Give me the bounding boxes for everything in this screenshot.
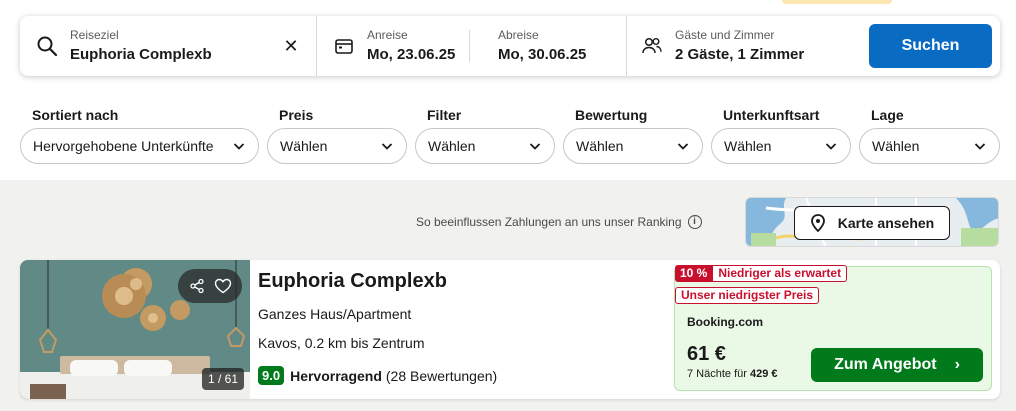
date-divider [469, 30, 470, 62]
nightly-price: 61 € [687, 343, 726, 365]
property-type-select[interactable]: Wählen [711, 128, 851, 164]
checkout-value: Mo, 30.06.25 [498, 46, 587, 63]
filter-filter-label: Filter [427, 107, 462, 123]
heart-icon[interactable] [214, 278, 232, 294]
hotel-name[interactable]: Euphoria Complexb [258, 270, 447, 293]
chevron-down-icon [381, 143, 393, 150]
photo-actions [178, 269, 242, 303]
map-pin-icon [810, 214, 825, 232]
filter-location: Lage Wählen [859, 107, 1000, 164]
rating-select[interactable]: Wählen [563, 128, 703, 164]
total-price: 429 € [749, 368, 778, 380]
map-preview[interactable]: Karte ansehen [745, 197, 999, 247]
guests-icon [641, 35, 663, 57]
filter-sort-label: Sortiert nach [32, 107, 119, 123]
filter-row: Sortiert nach Hervorgehobene Unterkünfte… [20, 107, 1000, 165]
total-price-note: 7 Nächte für 429 € [687, 368, 778, 380]
filter-rating: Bewertung Wählen [563, 107, 703, 164]
location-select-value: Wählen [872, 138, 920, 154]
lowest-price-tag: Unser niedrigster Preis [675, 287, 820, 304]
guests-label: Gäste und Zimmer [675, 27, 775, 42]
chevron-down-icon [529, 143, 541, 150]
checkout-field[interactable]: Abreise Mo, 30.06.25 [498, 28, 586, 65]
rating-row: 9.0 Hervorragend (28 Bewertungen) [258, 366, 497, 385]
rating-select-value: Wählen [576, 138, 624, 154]
chevron-down-icon [825, 143, 837, 150]
checkin-value: Mo, 23.06.25 [367, 45, 456, 63]
deal-box[interactable]: 10 % Niedriger als erwartet Unser niedri… [674, 265, 992, 391]
chevron-down-icon [677, 143, 689, 150]
destination-field[interactable]: Reiseziel Euphoria Complexb ✕ [20, 16, 316, 76]
results-area: So beeinflussen Zahlungen an uns unser R… [0, 180, 1016, 411]
view-deal-label: Zum Angebot [834, 356, 937, 373]
share-icon[interactable] [189, 278, 205, 294]
search-bar: Reiseziel Euphoria Complexb ✕ Anreise Mo… [20, 16, 1000, 76]
top-accent-strip [782, 0, 892, 4]
filter-property-type-label: Unterkunftsart [723, 107, 820, 123]
filter-select[interactable]: Wählen [415, 128, 555, 164]
info-icon: i [687, 215, 702, 229]
review-count: (28 Bewertungen) [385, 367, 498, 384]
checkout-label: Abreise [498, 28, 539, 42]
clear-destination-icon[interactable]: ✕ [282, 37, 300, 55]
view-deal-button[interactable]: Zum Angebot › [811, 348, 983, 382]
hotel-info: Euphoria Complexb Ganzes Haus/Apartment … [258, 260, 668, 399]
image-counter: 1 / 61 [202, 368, 245, 390]
guests-value: 2 Gäste, 1 Zimmer [675, 45, 805, 63]
hotel-result-card[interactable]: 1 / 61 Euphoria Complexb Ganzes Haus/Apa… [20, 260, 1000, 399]
checkin-field[interactable]: Anreise Mo, 23.06.25 [367, 28, 455, 65]
total-price-prefix: 7 Nächte für [687, 368, 747, 380]
location-select[interactable]: Wählen [859, 128, 1000, 164]
filter-sort: Sortiert nach Hervorgehobene Unterkünfte [20, 107, 259, 164]
discount-tag: 10 % Niedriger als erwartet [675, 265, 848, 282]
search-button[interactable]: Suchen [869, 24, 992, 68]
checkin-label: Anreise [367, 27, 408, 42]
discount-text: Niedriger als erwartet [712, 265, 848, 282]
property-type: Ganzes Haus/Apartment [258, 306, 412, 322]
price-select-value: Wählen [280, 138, 328, 154]
view-map-label: Karte ansehen [837, 215, 935, 231]
chevron-down-icon [233, 143, 245, 150]
filter-location-label: Lage [871, 107, 904, 123]
guests-field[interactable]: Gäste und Zimmer 2 Gäste, 1 Zimmer Suche… [626, 16, 1000, 76]
filter-price: Preis Wählen [267, 107, 407, 164]
view-map-button[interactable]: Karte ansehen [794, 206, 950, 240]
sort-select[interactable]: Hervorgehobene Unterkünfte [20, 128, 259, 164]
discount-percent: 10 % [675, 265, 713, 282]
rating-word: Hervorragend [290, 367, 382, 384]
destination-label: Reiseziel [70, 27, 119, 42]
hotel-photo[interactable]: 1 / 61 [20, 260, 250, 399]
ranking-note[interactable]: So beeinflussen Zahlungen an uns unser R… [416, 215, 702, 229]
rating-score: 9.0 [258, 366, 285, 385]
destination-value: Euphoria Complexb [70, 45, 212, 63]
provider-name: Booking.com [687, 315, 764, 329]
filter-select-value: Wählen [428, 138, 476, 154]
filter-price-label: Preis [279, 107, 314, 123]
price-select[interactable]: Wählen [267, 128, 407, 164]
chevron-down-icon [974, 143, 986, 150]
chevron-right-icon: › [954, 356, 960, 373]
search-icon [36, 35, 58, 57]
filter-filter: Filter Wählen [415, 107, 555, 164]
ranking-note-text: So beeinflussen Zahlungen an uns unser R… [416, 215, 682, 229]
sort-select-value: Hervorgehobene Unterkünfte [33, 138, 214, 154]
calendar-icon [333, 35, 355, 57]
property-type-select-value: Wählen [724, 138, 772, 154]
date-range-field[interactable]: Anreise Mo, 23.06.25 Abreise Mo, 30.06.2… [316, 16, 626, 76]
hotel-location: Kavos, 0.2 km bis Zentrum [258, 335, 425, 351]
filter-property-type: Unterkunftsart Wählen [711, 107, 851, 164]
filter-rating-label: Bewertung [575, 107, 648, 123]
